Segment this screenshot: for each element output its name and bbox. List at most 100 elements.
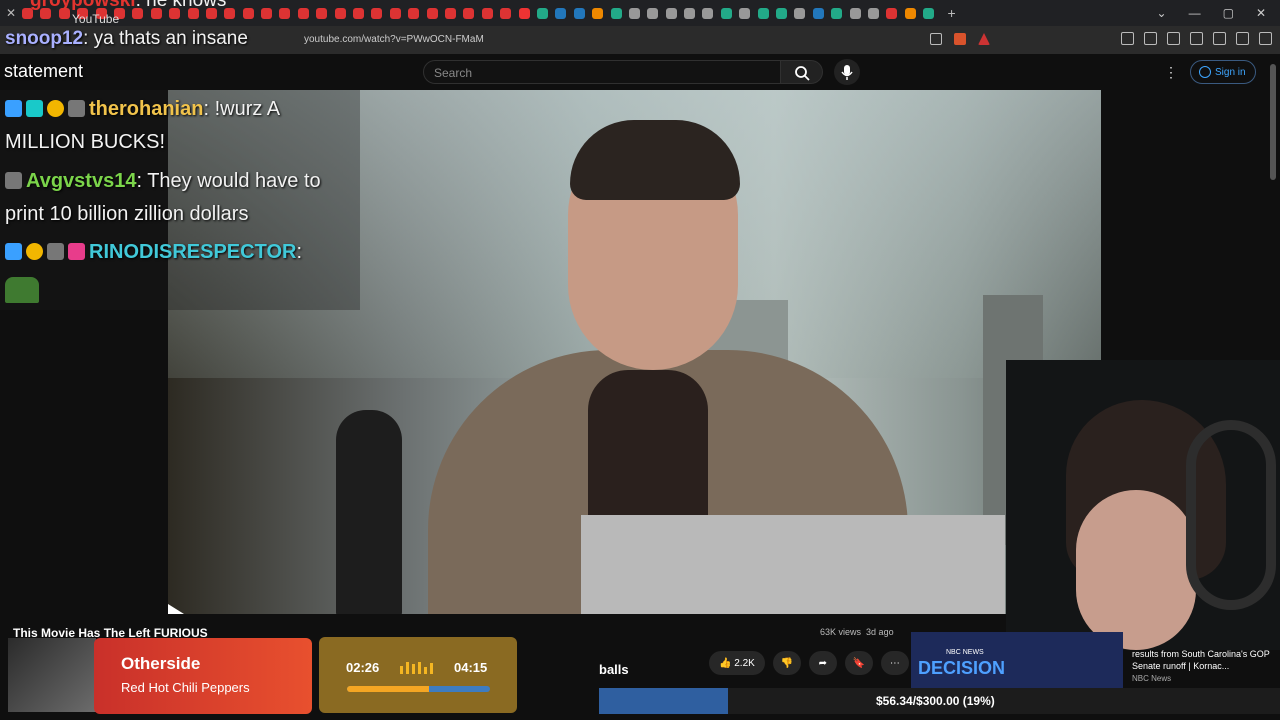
tab-favicon[interactable] (867, 7, 879, 19)
tab-favicon[interactable] (923, 7, 935, 19)
sub-badge-icon (5, 172, 22, 189)
microphone-icon (841, 65, 853, 80)
video-meta: 63K views 3d ago (820, 627, 894, 637)
song-title: Otherside (121, 654, 201, 673)
tab-favicon[interactable] (500, 7, 512, 19)
like-count: 2.2K (734, 657, 755, 669)
news-channel-name[interactable]: NBC News (1132, 674, 1171, 683)
cast-icon[interactable] (930, 33, 942, 45)
tab-favicon[interactable] (776, 7, 788, 19)
dislike-button[interactable]: 👎 (772, 651, 801, 675)
chat-text: : he knows (135, 0, 227, 11)
tab-favicon[interactable] (426, 7, 438, 19)
tab-favicon[interactable] (739, 7, 751, 19)
song-progress-fill (347, 686, 429, 692)
save-button[interactable]: 🔖 (844, 651, 873, 675)
thumbs-down-icon: 👎 (780, 657, 794, 669)
scrollbar[interactable] (1270, 64, 1276, 180)
tab-favicon[interactable] (555, 7, 567, 19)
chevron-down-icon[interactable]: ⌄ (1157, 6, 1167, 20)
chat-message: snoop12: ya thats an insane (5, 26, 248, 52)
search-input[interactable]: Search (423, 60, 781, 84)
more-options-icon[interactable]: ⋮ (1164, 64, 1178, 81)
bookmark-icon: 🔖 (852, 657, 866, 669)
tab-favicon[interactable] (849, 7, 861, 19)
tab-favicon[interactable] (720, 7, 732, 19)
minimize-icon[interactable]: — (1189, 6, 1201, 20)
tab-favicon[interactable] (684, 7, 696, 19)
tab-favicon[interactable] (463, 7, 475, 19)
tab-favicon[interactable] (279, 7, 291, 19)
close-tab-icon[interactable]: ✕ (0, 6, 22, 20)
tab-favicon[interactable] (353, 7, 365, 19)
tab-favicon[interactable] (831, 7, 843, 19)
extension-icon[interactable] (1121, 32, 1134, 45)
star-icon[interactable] (1213, 32, 1226, 45)
sign-in-label: Sign in (1215, 67, 1246, 78)
tab-favicon[interactable] (518, 7, 530, 19)
shield-icon[interactable] (1236, 32, 1249, 45)
voice-search-button[interactable] (834, 59, 860, 85)
bits-badge-icon (47, 100, 64, 117)
chat-message: therohanian: !wurz A (5, 93, 280, 126)
streamer-webcam (1006, 360, 1280, 650)
video-microphone (336, 410, 402, 614)
tab-favicon[interactable] (536, 7, 548, 19)
tab-favicon[interactable] (444, 7, 456, 19)
sign-in-button[interactable]: Sign in (1190, 60, 1256, 84)
tab-favicon[interactable] (389, 7, 401, 19)
moderator-badge-icon (5, 243, 22, 260)
tab-favicon[interactable] (904, 7, 916, 19)
tab-favicon[interactable] (316, 7, 328, 19)
rewards-icon[interactable] (978, 33, 990, 45)
music-icon[interactable] (1144, 32, 1157, 45)
tab-favicon[interactable] (481, 7, 493, 19)
wallet-icon[interactable] (1190, 32, 1203, 45)
search-button[interactable] (781, 60, 823, 84)
chat-message: Avgvstvs14: They would have to (5, 165, 321, 198)
screen: { "browser": { "url": "youtube.com/watch… (0, 0, 1280, 720)
youtube-logo[interactable]: YouTube (72, 12, 119, 26)
share-button[interactable]: ➦ (808, 651, 837, 675)
tab-favicon[interactable] (573, 7, 585, 19)
vip-badge-icon (26, 100, 43, 117)
tab-favicon[interactable] (408, 7, 420, 19)
donation-goal-fill (599, 688, 728, 714)
chat-username: snoop12 (5, 28, 84, 49)
tab-favicon[interactable] (757, 7, 769, 19)
video-laptop (581, 515, 1005, 614)
tab-favicon[interactable] (647, 7, 659, 19)
tab-favicon[interactable] (371, 7, 383, 19)
menu-icon[interactable] (1259, 32, 1272, 45)
equalizer-icon (400, 662, 433, 674)
moderator-badge-icon (5, 100, 22, 117)
new-tab-icon[interactable]: + (948, 5, 956, 21)
tab-favicon[interactable] (242, 7, 254, 19)
tab-favicon[interactable] (702, 7, 714, 19)
tab-favicon[interactable] (261, 7, 273, 19)
now-playing-timer (319, 637, 517, 713)
like-button[interactable]: 👍 2.2K (709, 651, 765, 675)
chat-username: RINODISRESPECTOR (89, 241, 297, 263)
sidebar-icon[interactable] (1167, 32, 1180, 45)
maximize-icon[interactable]: ▢ (1223, 6, 1234, 20)
news-video-title[interactable]: results from South Carolina's GOP Senate… (1132, 648, 1272, 672)
tab-favicon[interactable] (886, 7, 898, 19)
chat-text: : !wurz A (203, 98, 281, 120)
tab-favicon[interactable] (812, 7, 824, 19)
tab-favicon[interactable] (297, 7, 309, 19)
account-icon (1199, 66, 1211, 78)
window-controls: ⌄ — ▢ ✕ (1157, 0, 1280, 26)
tab-favicon[interactable] (592, 7, 604, 19)
brave-shield-icon[interactable] (954, 33, 966, 45)
tab-favicon[interactable] (334, 7, 346, 19)
tab-favicon[interactable] (610, 7, 622, 19)
url-text[interactable]: youtube.com/watch?v=PWwOCN-FMaM (304, 34, 484, 45)
more-actions-button[interactable]: ⋯ (880, 651, 909, 675)
tab-favicon[interactable] (794, 7, 806, 19)
upload-age: 3d ago (866, 627, 894, 637)
tab-favicon[interactable] (665, 7, 677, 19)
close-window-icon[interactable]: ✕ (1256, 6, 1266, 20)
sub-badge-icon (47, 243, 64, 260)
tab-favicon[interactable] (628, 7, 640, 19)
